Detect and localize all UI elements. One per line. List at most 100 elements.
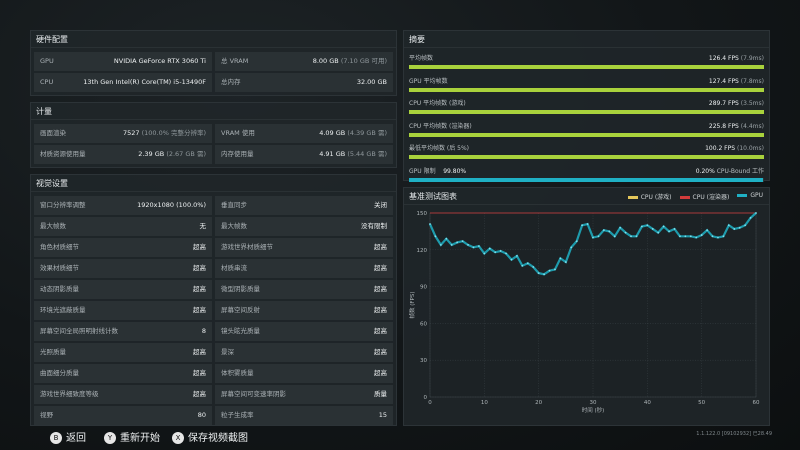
setting-label: 微型阴影质量 — [221, 285, 260, 293]
gpu-data-point — [537, 272, 540, 275]
x-tick-label: 0 — [428, 400, 432, 406]
video-setting-row: 垂直同步 关闭 — [215, 196, 393, 215]
x-tick-label: 40 — [644, 400, 651, 406]
gpu-data-point — [711, 235, 714, 238]
summary-ms: (7.9ms) — [740, 55, 764, 62]
benchmark-chart-panel: 基准测试图表 CPU (游戏) CPU (渲染器) GPU 0 30 60 90 120 15… — [403, 187, 770, 426]
gpu-data-point — [581, 224, 584, 227]
gpu-data-point — [646, 224, 649, 227]
video-setting-row: 窗口分辨率调整 1920x1080 (100.0%) — [34, 196, 212, 215]
metrics-row-memory: 内存使用量 4.91 GB (5.44 GB 需) — [215, 145, 393, 164]
hardware-title: 硬件配置 — [31, 31, 396, 48]
summary-bar — [409, 155, 764, 159]
setting-value: 超高 — [193, 243, 206, 251]
video-setting-row: 材质串流 超高 — [215, 259, 393, 278]
restart-label: 重新开始 — [120, 433, 160, 444]
save-screenshot-button[interactable]: X 保存视频截图 — [172, 432, 248, 446]
summary-label: 最低平均帧数 (后 5%) — [409, 145, 470, 152]
save-label: 保存视频截图 — [188, 433, 248, 444]
gpu-data-point — [548, 269, 551, 272]
video-setting-row: 视野 80 — [34, 406, 212, 425]
gpu-data-point — [744, 224, 747, 227]
setting-value: 超高 — [193, 306, 206, 314]
video-setting-row: 最大帧数 无 — [34, 217, 212, 236]
gpu-data-point — [429, 223, 431, 225]
summary-label: CPU 平均帧数 (游戏) — [409, 100, 466, 107]
gpu-data-point — [570, 246, 573, 249]
summary-value: 100.2 FPS — [705, 145, 736, 152]
gpu-data-point — [439, 243, 442, 246]
gpu-data-point — [488, 247, 491, 250]
summary-bar — [409, 87, 764, 92]
gpu-data-point — [700, 234, 703, 236]
video-setting-row: 游戏世界材质细节 超高 — [215, 238, 393, 257]
summary-label: CPU 平均帧数 (渲染器) — [409, 122, 472, 130]
row-sub: (2.67 GB 需) — [166, 150, 206, 158]
gpu-data-point — [472, 246, 475, 249]
y-button-icon: Y — [104, 432, 116, 444]
setting-value: 超高 — [193, 285, 206, 293]
metrics-panel: 计量 画面渲染 7527 (100.0% 完整分辨率) VRAM 使用 4.09… — [30, 102, 397, 168]
summary-row: CPU 平均帧数 (渲染器) 225.8 FPS (4.4ms) — [409, 121, 764, 140]
metrics-row-texture: 材质资源使用量 2.39 GB (2.67 GB 需) — [34, 145, 212, 164]
setting-label: 动态阴影质量 — [40, 285, 79, 293]
x-tick-label: 50 — [698, 400, 705, 406]
gpu-data-point — [516, 255, 518, 257]
gpu-data-point — [755, 212, 757, 214]
gpu-data-point — [532, 266, 535, 268]
setting-label: 光照质量 — [40, 348, 66, 356]
gpu-data-point — [722, 235, 725, 238]
video-setting-row: 镜头眩光质量 超高 — [215, 322, 393, 341]
version-text: 1.1.122.0 [09102932] 已28.49 — [696, 431, 772, 437]
setting-value: 超高 — [193, 390, 206, 398]
summary-panel: 摘要 GPU 限制 99.80% 0.20% CPU-Bound 工作 平均帧数… — [403, 30, 770, 182]
y-tick-label: 30 — [420, 358, 427, 364]
gpu-data-point — [608, 230, 611, 233]
metrics-row-vram: VRAM 使用 4.09 GB (4.39 GB 需) — [215, 124, 393, 143]
setting-value: 超高 — [374, 264, 387, 272]
setting-label: 视野 — [40, 411, 53, 419]
gpu-data-point — [641, 225, 643, 228]
gpu-data-point — [619, 226, 622, 229]
setting-value: 质量 — [374, 390, 387, 398]
back-button[interactable]: B 返回 — [50, 432, 86, 446]
gpu-limit-label: GPU 限制 — [409, 168, 436, 175]
gpu-data-point — [505, 252, 507, 255]
setting-label: 垂直同步 — [221, 201, 247, 209]
row-value: 32.00 GB — [356, 78, 387, 86]
setting-label: 最大帧数 — [40, 222, 66, 230]
summary-label: 平均帧数 — [409, 55, 434, 62]
summary-value: 126.4 FPS — [708, 55, 739, 62]
row-value: 2.39 GB — [138, 150, 165, 158]
cpu-bound-pct: 0.20% — [695, 168, 715, 175]
gpu-data-point — [526, 262, 529, 265]
y-tick-label: 0 — [424, 395, 428, 401]
metrics-row-render: 画面渲染 7527 (100.0% 完整分辨率) — [34, 124, 212, 143]
summary-row: 最低平均帧数 (后 5%) 100.2 FPS (10.0ms) — [409, 143, 764, 162]
video-setting-row: 曲面细分质量 超高 — [34, 364, 212, 383]
row-value: 4.09 GB — [319, 129, 346, 137]
setting-label: 游戏世界材质细节 — [221, 243, 273, 251]
setting-label: 体积雾质量 — [221, 369, 254, 377]
row-sub: (4.39 GB 需) — [347, 129, 387, 137]
gpu-data-point — [662, 225, 665, 228]
x-button-icon: X — [172, 432, 184, 444]
chart-legend: CPU (游戏) CPU (渲染器) GPU — [627, 192, 763, 201]
hardware-row-vram: 总 VRAM 8.00 GB (7.10 GB 可用) — [215, 52, 393, 71]
setting-value: 8 — [201, 327, 206, 335]
gpu-data-point — [564, 261, 567, 263]
y-tick-label: 60 — [420, 321, 427, 327]
setting-value: 80 — [197, 411, 206, 419]
summary-bar — [409, 65, 764, 69]
gpu-data-point — [434, 235, 437, 238]
video-setting-row: 微型阴影质量 超高 — [215, 280, 393, 299]
setting-label: 角色材质细节 — [40, 243, 79, 251]
restart-button[interactable]: Y 重新开始 — [104, 432, 160, 446]
setting-label: 效果材质细节 — [40, 264, 79, 272]
setting-value: 超高 — [193, 369, 206, 377]
setting-value: 超高 — [374, 327, 387, 335]
gpu-data-point — [706, 229, 708, 232]
summary-ms: (10.0ms) — [736, 145, 764, 152]
summary-ms: (3.5ms) — [740, 100, 764, 107]
video-setting-row: 粒子生成率 15 — [215, 406, 393, 425]
